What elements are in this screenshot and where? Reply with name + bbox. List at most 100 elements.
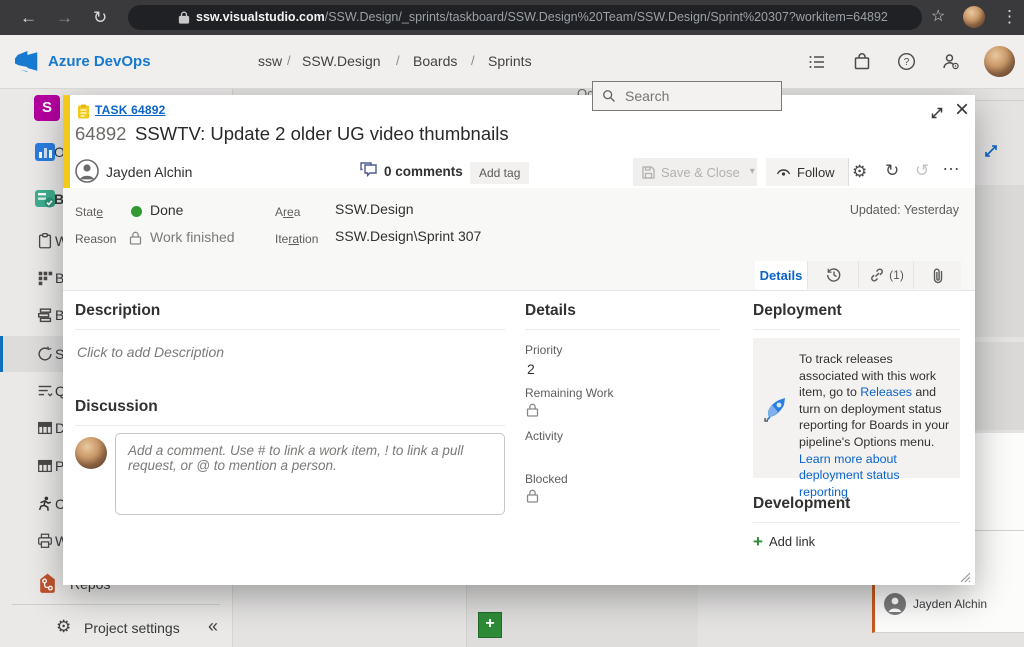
list-icon[interactable]	[808, 53, 826, 71]
selected-indicator	[0, 336, 3, 372]
browser-profile-avatar[interactable]	[963, 6, 985, 28]
learn-more-link[interactable]: Learn more about deployment status repor…	[799, 452, 900, 499]
breadcrumb-separator: /	[287, 53, 291, 68]
search-icon	[602, 89, 616, 103]
save-icon	[642, 166, 655, 179]
breadcrumb-separator: /	[471, 53, 475, 68]
divider	[753, 522, 960, 523]
follow-button[interactable]: Follow	[766, 158, 849, 186]
iteration-value[interactable]: SSW.Design\Sprint 307	[335, 228, 481, 244]
azure-devops-logo[interactable]	[15, 49, 40, 74]
description-placeholder[interactable]: Click to add Description	[77, 344, 224, 360]
work-item-id: 64892	[75, 123, 126, 145]
discussion-heading: Discussion	[75, 398, 158, 416]
activity-label: Activity	[525, 429, 563, 443]
add-task-button[interactable]: +	[478, 612, 502, 638]
tab-history[interactable]	[807, 261, 859, 289]
board-divider	[975, 100, 1024, 101]
search-box[interactable]	[592, 81, 782, 111]
iteration-label: Iteration	[275, 232, 318, 246]
breadcrumb-sprints[interactable]: Sprints	[488, 53, 532, 69]
priority-value[interactable]: 2	[527, 361, 535, 377]
divider	[75, 329, 505, 330]
task-type-color-bar	[63, 95, 70, 188]
save-close-button[interactable]: Save & Close ▾	[633, 158, 757, 186]
url-text: ssw.visualstudio.com/SSW.Design/_sprints…	[196, 5, 888, 30]
screen: October 30 - November 10 o of a r in te …	[0, 0, 1024, 647]
user-avatar[interactable]	[984, 46, 1015, 77]
help-icon[interactable]: ?	[897, 52, 916, 71]
state-label: State	[75, 205, 103, 219]
collapse-icon[interactable]: «	[208, 617, 218, 635]
comments-count[interactable]: 0 comments	[384, 164, 463, 179]
assignee-avatar[interactable]	[75, 159, 99, 183]
breadcrumb-boards[interactable]: Boards	[413, 53, 457, 69]
more-actions-icon[interactable]: …	[942, 155, 961, 173]
state-done-dot	[131, 206, 142, 217]
forward-icon[interactable]: →	[56, 7, 73, 29]
breadcrumb-org[interactable]: ssw	[258, 53, 282, 69]
refresh-icon[interactable]: ↻	[885, 162, 899, 179]
svg-text:?: ?	[904, 57, 910, 68]
reload-icon[interactable]: ↻	[93, 7, 107, 29]
updated-timestamp: Updated: Yesterday	[850, 203, 959, 217]
brand-title[interactable]: Azure DevOps	[48, 53, 151, 70]
search-input[interactable]	[623, 87, 767, 105]
work-items-icon	[36, 232, 54, 250]
priority-label: Priority	[525, 343, 562, 357]
work-item-title[interactable]: SSWTV: Update 2 older UG video thumbnail…	[135, 123, 509, 145]
description-heading: Description	[75, 302, 160, 320]
sidebar-item-project-settings[interactable]: ⚙ Project settings «	[0, 610, 232, 646]
tab-links[interactable]: (1)	[858, 261, 914, 289]
browser-toolbar: ← → ↻ ssw.visualstudio.com/SSW.Design/_s…	[0, 0, 1024, 35]
divider	[75, 425, 505, 426]
save-close-label: Save & Close	[661, 165, 740, 180]
task-type-icon	[76, 104, 91, 119]
close-icon[interactable]: ×	[955, 98, 969, 122]
browser-menu-icon[interactable]: ⋮	[1001, 6, 1018, 28]
user-settings-icon[interactable]	[941, 52, 960, 71]
address-bar[interactable]: ssw.visualstudio.com/SSW.Design/_sprints…	[128, 5, 922, 30]
reason-label: Reason	[75, 232, 116, 246]
divider	[753, 329, 960, 330]
queries-icon	[36, 382, 54, 400]
bookmark-star-icon[interactable]: ☆	[931, 6, 945, 28]
deployment-rocket-icon	[761, 393, 793, 425]
add-link-button[interactable]: + Add link	[753, 533, 815, 550]
comment-box[interactable]	[115, 433, 505, 515]
board-column-block	[975, 185, 1024, 337]
save-dropdown-caret-icon[interactable]: ▾	[750, 167, 755, 177]
sidebar-divider	[12, 604, 220, 605]
breadcrumb-project[interactable]: SSW.Design	[302, 53, 381, 69]
work-item-dialog: TASK 64892 64892 SSWTV: Update 2 older U…	[63, 95, 975, 585]
ado-header: Azure DevOps ssw / SSW.Design / Boards /…	[0, 35, 1024, 89]
comment-input[interactable]	[116, 434, 504, 514]
lock-icon	[526, 489, 539, 503]
add-tag-button[interactable]: Add tag	[470, 162, 529, 184]
lock-icon	[526, 403, 539, 417]
settings-gear-icon[interactable]: ⚙	[852, 163, 867, 180]
area-label: Area	[275, 205, 300, 219]
card-avatar	[884, 593, 906, 615]
maximize-icon[interactable]	[929, 105, 945, 121]
assignee-name[interactable]: Jayden Alchin	[106, 164, 192, 180]
area-value[interactable]: SSW.Design	[335, 201, 414, 217]
remaining-work-label: Remaining Work	[525, 386, 613, 400]
board-fullscreen-icon[interactable]	[982, 142, 1000, 160]
lock-icon	[129, 231, 142, 245]
resize-handle[interactable]	[960, 572, 971, 583]
tab-attachments[interactable]	[913, 261, 961, 289]
back-icon[interactable]: ←	[20, 7, 37, 29]
tab-details[interactable]: Details	[755, 261, 807, 290]
releases-link[interactable]: Releases	[860, 385, 912, 399]
state-value[interactable]: Done	[150, 202, 183, 218]
project-avatar: S	[34, 95, 60, 121]
column-divider	[466, 585, 467, 647]
boards-icon	[36, 269, 54, 287]
card-assignee: Jayden Alchin	[913, 597, 987, 611]
gear-icon: ⚙	[56, 618, 71, 635]
deployment-heading: Deployment	[753, 302, 842, 320]
development-heading: Development	[753, 495, 850, 513]
marketplace-bag-icon[interactable]	[853, 52, 871, 71]
work-item-type-link[interactable]: TASK 64892	[95, 103, 165, 117]
